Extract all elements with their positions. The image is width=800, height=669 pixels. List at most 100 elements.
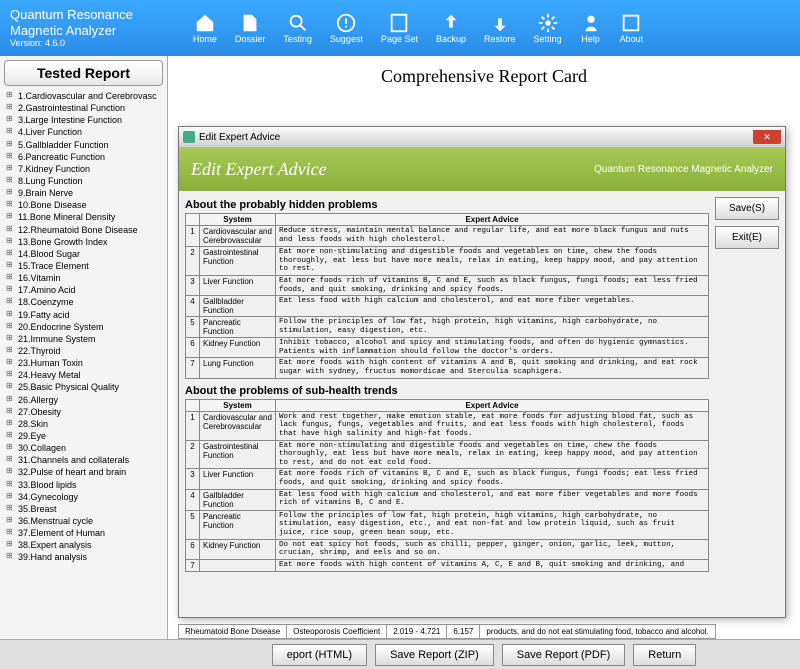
setting-icon — [537, 12, 559, 34]
toolbar-help[interactable]: Help — [580, 12, 602, 44]
tree-item[interactable]: 6.Pancreatic Function — [4, 151, 163, 163]
toolbar-backup[interactable]: Backup — [436, 12, 466, 44]
exit-button[interactable]: Exit(E) — [715, 226, 779, 249]
section-header-hidden: About the probably hidden problems — [185, 199, 709, 211]
content-area: Comprehensive Report Card Rheumatoid Bon… — [168, 56, 800, 639]
table-row[interactable]: 3Liver FunctionEat more foods rich of vi… — [186, 469, 709, 489]
tree-item[interactable]: 39.Hand analysis — [4, 551, 163, 563]
tree-item[interactable]: 31.Channels and collaterals — [4, 454, 163, 466]
tree-item[interactable]: 17.Amino Acid — [4, 284, 163, 296]
table-row[interactable]: 2Gastrointestinal FunctionEat more non-s… — [186, 247, 709, 276]
tree-item[interactable]: 38.Expert analysis — [4, 539, 163, 551]
dialog-icon — [183, 131, 195, 143]
table-row[interactable]: 7Lung FunctionEat more foods with high c… — [186, 358, 709, 378]
main-toolbar: Home Dossier Testing Suggest Page Set Backup R… — [193, 12, 643, 44]
backup-icon — [440, 12, 462, 34]
table-row[interactable]: 5Pancreatic FunctionFollow the principle… — [186, 510, 709, 539]
restore-icon — [489, 12, 511, 34]
tree-item[interactable]: 3.Large Intestine Function — [4, 114, 163, 126]
toolbar-about[interactable]: About — [620, 12, 644, 44]
tree-item[interactable]: 13.Bone Growth Index — [4, 236, 163, 248]
sidebar-header: Tested Report — [4, 60, 163, 86]
toolbar-restore[interactable]: Restore — [484, 12, 516, 44]
tree-item[interactable]: 29.Eye — [4, 430, 163, 442]
toolbar-testing[interactable]: Testing — [283, 12, 312, 44]
tree-item[interactable]: 10.Bone Disease — [4, 199, 163, 211]
app-header: Quantum Resonance Magnetic Analyzer Vers… — [0, 0, 800, 56]
tree-item[interactable]: 8.Lung Function — [4, 175, 163, 187]
save-report-pdf-button[interactable]: Save Report (PDF) — [502, 644, 626, 666]
tree-item[interactable]: 23.Human Toxin — [4, 357, 163, 369]
bottom-toolbar: eport (HTML) Save Report (ZIP) Save Repo… — [0, 639, 800, 669]
tree-item[interactable]: 30.Collagen — [4, 442, 163, 454]
save-button[interactable]: Save(S) — [715, 197, 779, 220]
tree-item[interactable]: 4.Liver Function — [4, 126, 163, 138]
tree-item[interactable]: 11.Bone Mineral Density — [4, 211, 163, 223]
table-row[interactable]: 7Eat more foods with high content of vit… — [186, 559, 709, 571]
toolbar-pageset[interactable]: Page Set — [381, 12, 418, 44]
tree-item[interactable]: 9.Brain Nerve — [4, 187, 163, 199]
table-row[interactable]: 4Gallbladder FunctionEat less food with … — [186, 296, 709, 317]
save-report-zip-button[interactable]: Save Report (ZIP) — [375, 644, 494, 666]
tree-item[interactable]: 20.Endocrine System — [4, 321, 163, 333]
app-title: Quantum Resonance Magnetic Analyzer Vers… — [10, 7, 133, 49]
table-row[interactable]: 3Liver FunctionEat more foods rich of vi… — [186, 275, 709, 295]
about-icon — [620, 12, 642, 34]
table-row[interactable]: 4Gallbladder FunctionEat less food with … — [186, 489, 709, 510]
save-report-html-button[interactable]: eport (HTML) — [272, 644, 367, 666]
toolbar-dossier[interactable]: Dossier — [235, 12, 266, 44]
dialog-banner: Edit Expert Advice Quantum Resonance Mag… — [179, 147, 785, 191]
table-row[interactable]: 2Gastrointestinal FunctionEat more non-s… — [186, 440, 709, 469]
subhealth-trends-table: SystemExpert Advice1Cardiovascular and C… — [185, 399, 709, 572]
tree-item[interactable]: 37.Element of Human — [4, 527, 163, 539]
tree-item[interactable]: 1.Cardiovascular and Cerebrovasc — [4, 90, 163, 102]
tree-item[interactable]: 33.Blood lipids — [4, 479, 163, 491]
tree-item[interactable]: 2.Gastrointestinal Function — [4, 102, 163, 114]
tree-item[interactable]: 21.Immune System — [4, 333, 163, 345]
dialog-content: About the probably hidden problems Syste… — [185, 197, 709, 611]
return-button[interactable]: Return — [633, 644, 696, 666]
toolbar-suggest[interactable]: Suggest — [330, 12, 363, 44]
tree-item[interactable]: 27.Obesity — [4, 406, 163, 418]
tree-item[interactable]: 14.Blood Sugar — [4, 248, 163, 260]
page-title: Comprehensive Report Card — [168, 56, 800, 97]
tree-item[interactable]: 15.Trace Element — [4, 260, 163, 272]
table-row[interactable]: 5Pancreatic FunctionFollow the principle… — [186, 317, 709, 338]
background-table-row: Rheumatoid Bone Disease Osteoporosis Coe… — [178, 624, 716, 639]
table-row[interactable]: 1Cardiovascular and CerebrovascularWork … — [186, 411, 709, 440]
help-icon — [580, 12, 602, 34]
tree-item[interactable]: 22.Thyroid — [4, 345, 163, 357]
tree-item[interactable]: 32.Pulse of heart and brain — [4, 466, 163, 478]
tree-item[interactable]: 26.Allergy — [4, 394, 163, 406]
dialog-title: Edit Expert Advice — [199, 132, 280, 143]
testing-icon — [287, 12, 309, 34]
table-row[interactable]: 6Kidney FunctionDo not eat spicy hot foo… — [186, 539, 709, 559]
tree-item[interactable]: 35.Breast — [4, 503, 163, 515]
suggest-icon — [335, 12, 357, 34]
tree-item[interactable]: 5.Gallbladder Function — [4, 139, 163, 151]
tree-item[interactable]: 28.Skin — [4, 418, 163, 430]
edit-expert-advice-dialog: Edit Expert Advice ✕ Edit Expert Advice … — [178, 126, 786, 618]
section-header-trends: About the problems of sub-health trends — [185, 385, 709, 397]
table-row[interactable]: 1Cardiovascular and CerebrovascularReduc… — [186, 226, 709, 247]
toolbar-setting[interactable]: Setting — [534, 12, 562, 44]
pageset-icon — [388, 12, 410, 34]
tree-item[interactable]: 34.Gynecology — [4, 491, 163, 503]
table-row[interactable]: 6Kidney FunctionInhibit tobacco, alcohol… — [186, 338, 709, 358]
home-icon — [194, 12, 216, 34]
sidebar: Tested Report 1.Cardiovascular and Cereb… — [0, 56, 168, 639]
hidden-problems-table: SystemExpert Advice1Cardiovascular and C… — [185, 213, 709, 379]
dialog-titlebar[interactable]: Edit Expert Advice ✕ — [179, 127, 785, 147]
tree-item[interactable]: 19.Fatty acid — [4, 309, 163, 321]
report-tree: 1.Cardiovascular and Cerebrovasc2.Gastro… — [4, 90, 163, 563]
tree-item[interactable]: 18.Coenzyme — [4, 296, 163, 308]
dossier-icon — [239, 12, 261, 34]
close-button[interactable]: ✕ — [753, 130, 781, 144]
toolbar-home[interactable]: Home — [193, 12, 217, 44]
tree-item[interactable]: 12.Rheumatoid Bone Disease — [4, 224, 163, 236]
tree-item[interactable]: 36.Menstrual cycle — [4, 515, 163, 527]
tree-item[interactable]: 25.Basic Physical Quality — [4, 381, 163, 393]
tree-item[interactable]: 16.Vitamin — [4, 272, 163, 284]
tree-item[interactable]: 7.Kidney Function — [4, 163, 163, 175]
tree-item[interactable]: 24.Heavy Metal — [4, 369, 163, 381]
